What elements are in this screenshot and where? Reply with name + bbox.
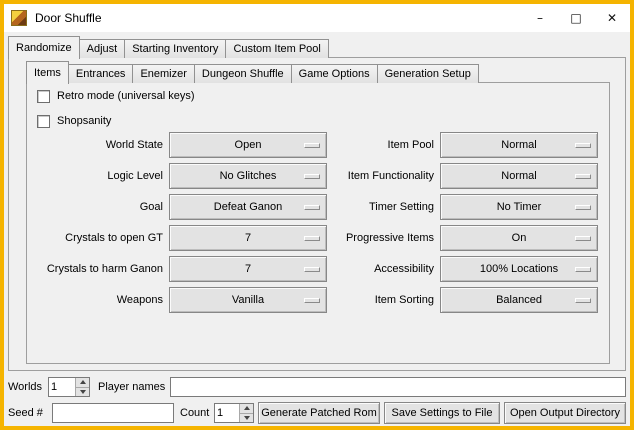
- window: Door Shuffle – □ ✕ Randomize Adjust Star…: [0, 0, 634, 430]
- shopsanity-checkbox[interactable]: [37, 115, 50, 128]
- dropdown-indicator-icon: [575, 267, 591, 272]
- items-panel: Retro mode (universal keys) Shopsanity W…: [26, 82, 610, 364]
- retro-mode-label: Retro mode (universal keys): [57, 90, 195, 102]
- spin-up-icon[interactable]: [240, 404, 253, 413]
- timer-setting-value: No Timer: [497, 201, 542, 213]
- dropdown-indicator-icon: [575, 174, 591, 179]
- retro-mode-checkbox-row[interactable]: Retro mode (universal keys): [37, 87, 195, 105]
- tab-entrances[interactable]: Entrances: [68, 64, 134, 83]
- accessibility-dropdown[interactable]: 100% Locations: [440, 256, 598, 282]
- window-controls: – □ ✕: [522, 4, 630, 32]
- item-functionality-value: Normal: [501, 170, 536, 182]
- spin-down-icon[interactable]: [240, 413, 253, 423]
- save-settings-button[interactable]: Save Settings to File: [384, 402, 500, 424]
- dropdown-indicator-icon: [575, 205, 591, 210]
- tab-adjust[interactable]: Adjust: [79, 39, 126, 58]
- timer-setting-label: Timer Setting: [277, 194, 434, 220]
- dropdown-indicator-icon: [575, 298, 591, 303]
- window-title: Door Shuffle: [35, 11, 102, 25]
- goal-value: Defeat Ganon: [214, 201, 283, 213]
- worlds-spin-buttons: [75, 378, 89, 396]
- spin-down-icon[interactable]: [76, 387, 89, 397]
- shopsanity-label: Shopsanity: [57, 115, 111, 127]
- worlds-label: Worlds: [8, 376, 42, 398]
- count-spinner[interactable]: [214, 403, 254, 423]
- crystals-ganon-label: Crystals to harm Ganon: [29, 256, 163, 282]
- accessibility-label: Accessibility: [277, 256, 434, 282]
- spin-up-icon[interactable]: [76, 378, 89, 387]
- logic-level-value: No Glitches: [220, 170, 277, 182]
- tab-generation-setup[interactable]: Generation Setup: [377, 64, 479, 83]
- crystals-gt-label: Crystals to open GT: [29, 225, 163, 251]
- item-sorting-label: Item Sorting: [277, 287, 434, 313]
- content: Randomize Adjust Starting Inventory Cust…: [4, 32, 630, 426]
- item-pool-dropdown[interactable]: Normal: [440, 132, 598, 158]
- world-state-label: World State: [29, 132, 163, 158]
- maximize-icon[interactable]: □: [558, 4, 594, 32]
- worlds-spinner[interactable]: [48, 377, 90, 397]
- player-names-label: Player names: [98, 376, 165, 398]
- tab-items[interactable]: Items: [26, 61, 69, 84]
- logic-level-label: Logic Level: [29, 163, 163, 189]
- count-input[interactable]: [215, 404, 239, 422]
- timer-setting-dropdown[interactable]: No Timer: [440, 194, 598, 220]
- goal-label: Goal: [29, 194, 163, 220]
- item-sorting-dropdown[interactable]: Balanced: [440, 287, 598, 313]
- tab-starting-inventory[interactable]: Starting Inventory: [124, 39, 226, 58]
- open-output-directory-button[interactable]: Open Output Directory: [504, 402, 626, 424]
- tab-dungeon-shuffle[interactable]: Dungeon Shuffle: [194, 64, 292, 83]
- item-sorting-value: Balanced: [496, 294, 542, 306]
- close-icon[interactable]: ✕: [594, 4, 630, 32]
- seed-input[interactable]: [52, 403, 174, 423]
- worlds-input[interactable]: [49, 378, 75, 396]
- count-label: Count: [180, 402, 209, 424]
- shopsanity-checkbox-row[interactable]: Shopsanity: [37, 112, 111, 130]
- sub-tab-row: Items Entrances Enemizer Dungeon Shuffle…: [26, 60, 478, 83]
- item-functionality-dropdown[interactable]: Normal: [440, 163, 598, 189]
- crystals-gt-value: 7: [245, 232, 251, 244]
- tab-randomize[interactable]: Randomize: [8, 36, 80, 59]
- dropdown-indicator-icon: [575, 236, 591, 241]
- seed-label: Seed #: [8, 402, 43, 424]
- item-pool-value: Normal: [501, 139, 536, 151]
- titlebar[interactable]: Door Shuffle – □ ✕: [4, 4, 630, 32]
- tab-enemizer[interactable]: Enemizer: [132, 64, 194, 83]
- tab-custom-item-pool[interactable]: Custom Item Pool: [225, 39, 328, 58]
- count-spin-buttons: [239, 404, 253, 422]
- accessibility-value: 100% Locations: [480, 263, 558, 275]
- minimize-icon[interactable]: –: [522, 4, 558, 32]
- app-icon: [11, 10, 27, 26]
- retro-mode-checkbox[interactable]: [37, 90, 50, 103]
- weapons-value: Vanilla: [232, 294, 264, 306]
- progressive-items-value: On: [512, 232, 527, 244]
- main-tab-row: Randomize Adjust Starting Inventory Cust…: [8, 35, 328, 58]
- dropdown-indicator-icon: [575, 143, 591, 148]
- progressive-items-dropdown[interactable]: On: [440, 225, 598, 251]
- generate-patched-rom-button[interactable]: Generate Patched Rom: [258, 402, 380, 424]
- world-state-value: Open: [235, 139, 262, 151]
- crystals-ganon-value: 7: [245, 263, 251, 275]
- tab-game-options[interactable]: Game Options: [291, 64, 378, 83]
- randomize-panel: Items Entrances Enemizer Dungeon Shuffle…: [8, 57, 626, 371]
- item-functionality-label: Item Functionality: [277, 163, 434, 189]
- progressive-items-label: Progressive Items: [277, 225, 434, 251]
- item-pool-label: Item Pool: [277, 132, 434, 158]
- player-names-input[interactable]: [170, 377, 626, 397]
- weapons-label: Weapons: [29, 287, 163, 313]
